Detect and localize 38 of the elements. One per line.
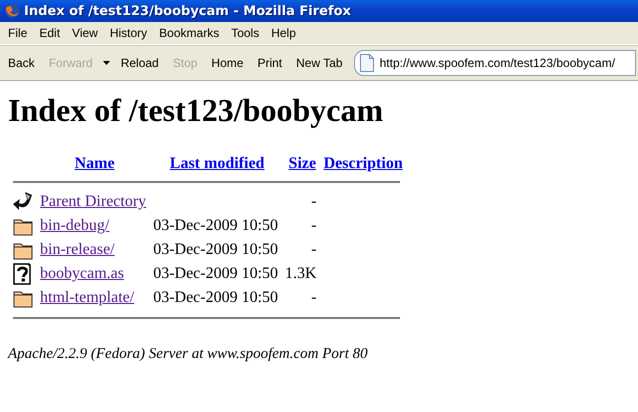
toolbar-button[interactable]: Reload [114, 50, 166, 76]
menu-item[interactable]: Bookmarks [153, 26, 226, 40]
column-header-link[interactable]: Last modified [170, 155, 264, 172]
file-link[interactable]: html-template/ [40, 289, 134, 306]
toolbar-button[interactable]: New Tab [289, 50, 350, 76]
toolbar-button[interactable]: Back [1, 50, 42, 76]
unknown-file-icon [13, 263, 33, 285]
modified-date: 03-Dec-2009 10:50 [153, 217, 278, 234]
page-icon [358, 54, 375, 72]
file-size: - [311, 241, 317, 258]
menu-item[interactable]: Edit [33, 26, 66, 40]
browser-logo-icon [4, 3, 20, 19]
file-size: - [311, 193, 317, 210]
file-size: - [311, 217, 317, 234]
address-bar[interactable]: http://www.spoofem.com/test123/boobycam/ [354, 50, 636, 76]
file-link[interactable]: bin-debug/ [40, 217, 110, 234]
toolbar-button[interactable]: Print [250, 50, 290, 76]
toolbar-button[interactable]: Home [204, 50, 250, 76]
menu-item[interactable]: Tools [225, 26, 266, 40]
column-header-link[interactable]: Size [288, 155, 316, 172]
file-link[interactable]: boobycam.as [40, 265, 124, 282]
page-heading: Index of /test123/boobycam [8, 92, 384, 129]
column-header-link[interactable]: Description [324, 155, 403, 172]
file-size: - [311, 289, 317, 306]
menu-item[interactable]: Help [265, 26, 302, 40]
caret-icon [103, 61, 110, 65]
file-link[interactable]: Parent Directory [40, 193, 146, 210]
modified-date: 03-Dec-2009 10:50 [153, 289, 278, 306]
menu-item[interactable]: History [104, 26, 154, 40]
window-title: Index of /test123/boobycam - Mozilla Firefox [24, 4, 351, 18]
server-signature: Apache/2.2.9 (Fedora) Server at www.spoofem.com Port 80 [8, 346, 368, 363]
file-link[interactable]: bin-release/ [40, 241, 115, 258]
modified-date: 03-Dec-2009 10:50 [153, 265, 278, 282]
menu-item[interactable]: File [2, 26, 34, 40]
menu-item[interactable]: View [66, 26, 104, 40]
file-size: 1.3K [285, 265, 317, 282]
column-header-link[interactable]: Name [74, 155, 115, 172]
modified-date: 03-Dec-2009 10:50 [153, 241, 278, 258]
